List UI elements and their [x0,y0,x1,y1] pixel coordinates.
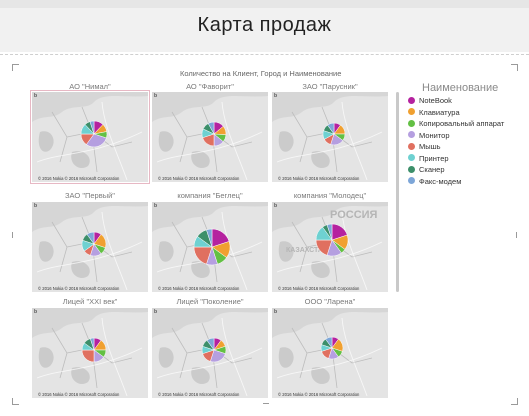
map-panel[interactable]: b © 2016 Nokia © 2016 Microsoft Corporati… [272,308,388,398]
map-panel-svg [32,92,148,182]
bing-logo-icon: b [274,309,278,315]
legend-item-label: NoteBook [419,96,452,105]
map-panel-svg [152,308,268,398]
map-panel[interactable]: РОССИЯ КАЗАХСТАН b © 2016 Nokia © 2016 Micr… [272,202,388,292]
legend-item[interactable]: Монитор [408,131,450,141]
legend-color-dot [408,119,415,127]
visual-resize-handle-br[interactable] [511,398,518,405]
legend-item-label: Монитор [419,130,450,140]
visual-resize-handle-left[interactable] [12,232,13,238]
bing-logo-icon: b [154,203,158,209]
map-panel[interactable]: b © 2016 Nokia © 2016 Microsoft Corporati… [272,92,388,182]
legend-title: Наименование [422,82,499,94]
bing-logo-icon: b [154,309,158,315]
panel-label: ЗАО "Парусник" [302,82,358,91]
panel-label: Лицей "Поколение" [176,297,244,306]
legend-item-label: Копировальный аппарат [419,119,505,128]
legend-item[interactable]: Сканер [408,165,445,175]
legend-item-label: Клавиатура [419,107,460,117]
legend-color-dot [408,154,415,162]
legend-item-label: Сканер [419,165,445,174]
legend-item-label: Факс-модем [419,176,462,186]
legend-item[interactable]: Клавиатура [408,108,460,118]
map-attribution: © 2016 Nokia © 2016 Microsoft Corporatio… [158,286,240,291]
panel-label: компания "Беглец" [177,191,243,200]
map-panel[interactable]: b © 2016 Nokia © 2016 Microsoft Corporati… [30,90,150,184]
map-attribution: © 2016 Nokia © 2016 Microsoft Corporatio… [38,176,120,181]
panel-label: компания "Молодец" [293,191,367,200]
legend-color-dot [408,96,415,104]
legend-item-label: Мышь [419,142,441,151]
visual-resize-handle-right[interactable] [516,232,517,238]
map-panel[interactable]: b © 2016 Nokia © 2016 Microsoft Corporati… [152,92,268,182]
map-panel-svg [152,92,268,182]
visual-resize-handle-bl[interactable] [12,398,19,405]
map-panel[interactable]: b © 2016 Nokia © 2016 Microsoft Corporati… [152,202,268,292]
map-panel-svg [272,92,388,182]
legend-item[interactable]: NoteBook [408,96,452,106]
panel-label: Лицей "XXI век" [62,297,118,306]
legend-color-dot [408,142,415,150]
bing-logo-icon: b [34,309,38,315]
map-panel-svg [32,202,148,292]
legend-color-dot [408,108,415,116]
map-panel[interactable]: b © 2016 Nokia © 2016 Microsoft Corporati… [32,202,148,292]
legend-color-dot [408,177,415,185]
map-country-label: РОССИЯ [330,209,378,221]
panel-label: АО "Фаворит" [186,82,234,91]
bing-logo-icon: b [34,93,38,99]
top-toolbar-strip [0,0,529,8]
legend-item[interactable]: Принтер [408,154,449,164]
visual-resize-handle-tr[interactable] [511,64,518,71]
visual-resize-handle-tl[interactable] [12,64,19,71]
map-attribution: © 2016 Nokia © 2016 Microsoft Corporatio… [38,392,120,397]
map-panel-svg: РОССИЯКАЗАХСТАН [272,202,388,292]
visual-title: Количество на Клиент, Город и Наименован… [180,69,342,78]
panel-label: ЗАО "Первый" [65,191,115,200]
legend-item-label: Принтер [419,153,449,163]
legend-color-dot [408,131,415,139]
bing-logo-icon: b [274,93,278,99]
map-attribution: © 2016 Nokia © 2016 Microsoft Corporatio… [278,286,360,291]
panel-label: ООО "Ларена" [304,297,356,306]
bing-logo-icon: b [154,93,158,99]
map-attribution: © 2016 Nokia © 2016 Microsoft Corporatio… [278,176,360,181]
bing-logo-icon: b [34,203,38,209]
bing-logo-icon: b [274,203,278,209]
legend-item[interactable]: Копировальный аппарат [408,119,504,129]
page-title: Карта продаж [197,14,332,36]
legend-item[interactable]: Мышь [408,142,441,152]
map-attribution: © 2016 Nokia © 2016 Microsoft Corporatio… [38,286,120,291]
map-attribution: © 2016 Nokia © 2016 Microsoft Corporatio… [158,392,240,397]
legend-color-dot [408,165,415,173]
map-panel-svg [152,202,268,292]
map-panel-svg [32,308,148,398]
visual-resize-handle-bottom[interactable] [263,403,269,404]
map-panel[interactable]: b © 2016 Nokia © 2016 Microsoft Corporati… [152,308,268,398]
panel-label: АО "Нимал" [69,82,111,91]
canvas-divider [0,54,529,55]
map-panel[interactable]: b © 2016 Nokia © 2016 Microsoft Corporati… [32,308,148,398]
map-panel-svg [272,308,388,398]
map-attribution: © 2016 Nokia © 2016 Microsoft Corporatio… [278,392,360,397]
vertical-scrollbar[interactable] [396,92,399,292]
legend-item[interactable]: Факс-модем [408,177,461,187]
map-attribution: © 2016 Nokia © 2016 Microsoft Corporatio… [158,176,240,181]
